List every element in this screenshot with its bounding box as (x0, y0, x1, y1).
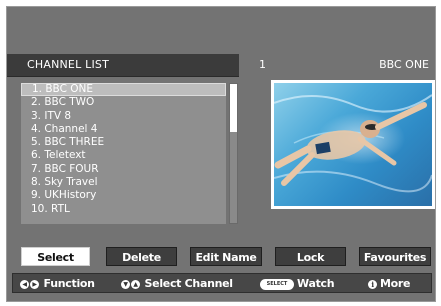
channel-list-item[interactable]: 4. Channel 4 (21, 123, 226, 136)
right-arrow-icon: ▶ (30, 279, 39, 289)
delete-button[interactable]: Delete (106, 247, 177, 266)
preview-video (274, 83, 432, 206)
channel-preview (271, 80, 435, 209)
info-icon: i (368, 279, 377, 289)
channel-list-item[interactable]: 9. UKHistory (21, 189, 226, 202)
tv-menu-screen: CHANNEL LIST 1 BBC ONE 1. BBC ONE 2. BBC… (6, 6, 436, 302)
channel-list-item[interactable]: 7. BBC FOUR (21, 163, 226, 176)
up-arrow-icon: ▲ (131, 279, 140, 289)
left-arrow-icon: ◀ (20, 279, 29, 289)
scrollbar-thumb[interactable] (230, 84, 237, 132)
current-channel-name: BBC ONE (379, 58, 429, 71)
channel-list-item[interactable]: 10. RTL (21, 203, 226, 216)
channel-list-item[interactable]: 5. BBC THREE (21, 136, 226, 149)
action-buttons: Select Delete Edit Name Lock Favourites (7, 247, 435, 267)
legend-function-label: Function (43, 277, 95, 290)
legend-watch-label: Watch (297, 277, 335, 290)
channel-list-item[interactable]: 2. BBC TWO (21, 96, 226, 109)
legend-more: i More (368, 276, 411, 291)
legend-watch: SELECT Watch (260, 276, 335, 291)
lock-button[interactable]: Lock (275, 247, 346, 266)
legend-select-channel: ▼ ▲ Select Channel (121, 276, 233, 291)
header-bar: CHANNEL LIST (7, 54, 239, 77)
key-legend: ◀ ▶ Function ▼ ▲ Select Channel SELECT Watc… (12, 273, 432, 293)
down-arrow-icon: ▼ (121, 279, 130, 289)
channel-list: 1. BBC ONE 2. BBC TWO 3. ITV 8 4. Channe… (21, 83, 226, 224)
legend-more-label: More (380, 277, 411, 290)
legend-select-channel-label: Select Channel (144, 277, 234, 290)
swimmer-image (274, 94, 432, 193)
select-key-icon: SELECT (260, 278, 294, 290)
channel-list-scrollbar[interactable] (229, 83, 238, 224)
favourites-button[interactable]: Favourites (359, 247, 431, 266)
page-title: CHANNEL LIST (27, 58, 109, 71)
channel-list-item[interactable]: 1. BBC ONE (21, 83, 226, 97)
channel-list-item[interactable]: 8. Sky Travel (21, 176, 226, 189)
channel-list-item[interactable]: 3. ITV 8 (21, 110, 226, 123)
edit-name-button[interactable]: Edit Name (190, 247, 262, 266)
select-button[interactable]: Select (21, 247, 90, 266)
channel-list-item[interactable]: 6. Teletext (21, 149, 226, 162)
legend-function: ◀ ▶ Function (20, 276, 95, 291)
current-channel-number: 1 (259, 58, 266, 71)
